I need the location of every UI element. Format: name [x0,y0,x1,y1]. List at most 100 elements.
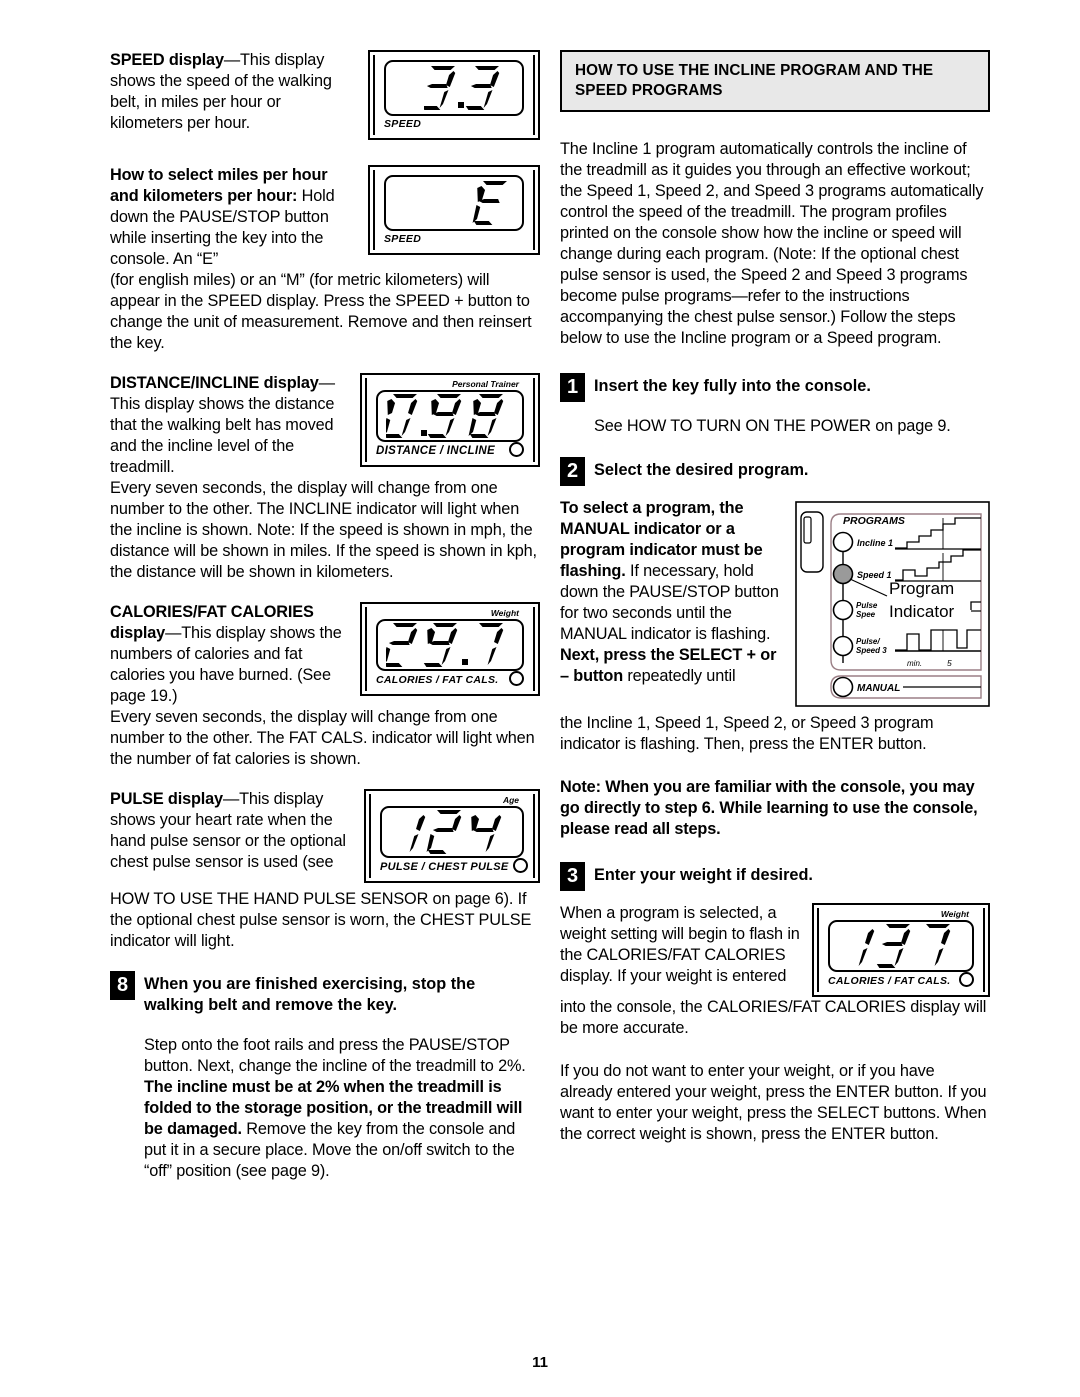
step-2-number: 2 [560,457,585,486]
pulse-section: Age PULSE / CHEST PULSE PULSE display—Th… [110,789,540,889]
distance-section: Personal Trainer DISTANCE / INCLINE DIST… [110,373,540,478]
svg-text:Pulse/: Pulse/ [856,637,880,646]
step-1-title: Insert the key fully into the console. [594,377,871,395]
page-number: 11 [532,1354,548,1371]
distance-display-top-label: Personal Trainer [452,379,519,389]
weight-display-top-label: Weight [940,909,969,919]
pulse-lcd-value [394,809,510,855]
units-lcd [384,175,524,231]
calories-display-label: CALORIES / FAT CALS. [376,673,499,686]
speed-lcd [384,60,524,116]
speed-display-figure: SPEED [368,50,540,140]
console-callout-line1: Program [889,579,954,598]
step-2-body-row: PROGRAMS Incline 1 Speed 1 Pulse Spee Pu… [560,498,990,713]
distance-display-label: DISTANCE / INCLINE [376,444,495,457]
calories-lcd [376,619,524,671]
console-manual-label: MANUAL [857,683,900,694]
calories-display-figure: Weight CALORIES / FAT CALS. [360,602,540,696]
console-row-label-0: Incline 1 [857,538,893,548]
step-3: 3 Enter your weight if desired. [560,862,990,891]
step-1-number: 1 [560,373,585,402]
manual-page: SPEED SPEED display—This display shows t… [0,0,1080,1397]
chest-pulse-indicator-icon [512,858,528,873]
pulse-lead: This [239,790,270,808]
step-2-body-cont: the Incline 1, Speed 1, Speed 2, or Spee… [560,714,934,753]
console-callout-line2: Indicator [889,602,955,621]
units-section: SPEED How to select miles per hour and k… [110,165,540,270]
step-3-body-c: If you do not want to enter your weight,… [560,1062,987,1143]
calories-lead: This [181,624,212,642]
step-8-body-a: Step onto the foot rails and press the P… [144,1036,526,1075]
distance-lead: This display [110,395,195,413]
calories-dash: — [165,624,182,642]
indicator-pulse-speed-2[interactable] [832,599,854,621]
speed-lcd-value [424,64,514,112]
step-2-note: Note: When you are familiar with the con… [560,778,978,838]
speed-heading: SPEED display [110,51,224,69]
pulse-heading: PULSE display [110,790,223,808]
units-display-label: SPEED [384,233,422,245]
weight-display-figure: Weight CALORIES / FAT CALS. [812,903,990,997]
fat-cals-indicator-icon [509,671,524,686]
distance-paragraph-cont: Every seven seconds, the display will ch… [110,479,537,581]
step-3-title: Enter your weight if desired. [594,866,813,884]
weight-lcd-value [843,923,959,969]
units-heading: How to select miles per hour and kilomet… [110,166,328,205]
indicator-pulse-speed-3[interactable] [832,635,854,657]
units-paragraph-cont: (for english miles) or an “M” (for metri… [110,271,532,352]
svg-text:Speed 3: Speed 3 [856,646,887,655]
incline-indicator-icon [509,442,524,457]
weight-indicator-icon [959,972,974,987]
distance-lcd-value [386,393,514,439]
units-display-figure: SPEED [368,165,540,255]
calories-display-top-label: Weight [490,608,519,618]
indicator-speed-1[interactable] [832,563,854,585]
left-column: SPEED SPEED display—This display shows t… [110,50,540,1182]
calories-section: Weight CALORIES / FAT CALS. CALORIES/FAT… [110,602,540,707]
pulse-display-figure: Age PULSE / CHEST PULSE [364,789,540,883]
console-programs-title: PROGRAMS [843,515,905,527]
step-2: 2 Select the desired program. [560,457,990,486]
weight-lcd [828,920,974,972]
section-header-box: HOW TO USE THE INCLINE PROGRAM AND THE S… [560,50,990,112]
step-2-title: Select the desired program. [594,461,809,479]
distance-heading: DISTANCE/INCLINE display [110,374,319,392]
step-3-body-b: into the console, the CALORIES/FAT CALOR… [560,998,987,1037]
step-8-body: Step onto the foot rails and press the P… [110,1035,540,1182]
indicator-manual[interactable] [832,676,854,698]
calories-paragraph-cont: Every seven seconds, the display will ch… [110,708,535,768]
svg-text:Spee: Spee [856,610,876,619]
console-programs-svg: PROGRAMS Incline 1 Speed 1 Pulse Spee Pu… [795,501,990,707]
pulse-display-label: PULSE / CHEST PULSE [380,860,509,873]
console-programs-figure: PROGRAMS Incline 1 Speed 1 Pulse Spee Pu… [795,498,990,713]
step-8-title: When you are finished exercising, stop t… [144,975,476,1014]
step-8: 8 When you are finished exercising, stop… [110,971,540,1016]
section-header-title: HOW TO USE THE INCLINE PROGRAM AND THE S… [575,62,934,99]
intro-paragraph: The Incline 1 program automatically cont… [560,140,984,347]
distance-display-figure: Personal Trainer DISTANCE / INCLINE [360,373,540,467]
speed-display-section: SPEED SPEED display—This display shows t… [110,50,540,146]
console-axis-five: 5 [947,658,952,668]
speed-dash: — [223,51,241,69]
step-1: 1 Insert the key fully into the console. [560,373,990,402]
indicator-incline-1[interactable] [832,531,854,553]
pulse-paragraph-cont: HOW TO USE THE HAND PULSE SENSOR on page… [110,890,532,950]
svg-text:Pulse: Pulse [856,601,878,610]
calories-lcd-value [386,622,514,668]
units-lcd-value [470,179,514,227]
step-8-number: 8 [110,971,135,1000]
pulse-display-top-label: Age [502,795,519,805]
step-2-body-plain-b: repeatedly until [623,667,736,685]
right-column: HOW TO USE THE INCLINE PROGRAM AND THE S… [560,50,990,1182]
weight-display-label: CALORIES / FAT CALS. [828,974,951,987]
step-1-body: See HOW TO TURN ON THE POWER on page 9. [594,417,951,435]
step-3-number: 3 [560,862,585,891]
distance-lcd [376,390,524,442]
console-axis-min: min. [907,659,922,668]
speed-display-label: SPEED [384,118,422,130]
console-row-label-1: Speed 1 [857,570,892,580]
distance-dash: — [318,374,335,392]
pulse-lcd [380,806,524,858]
pulse-dash: — [222,790,240,808]
speed-lead: This [240,51,271,69]
